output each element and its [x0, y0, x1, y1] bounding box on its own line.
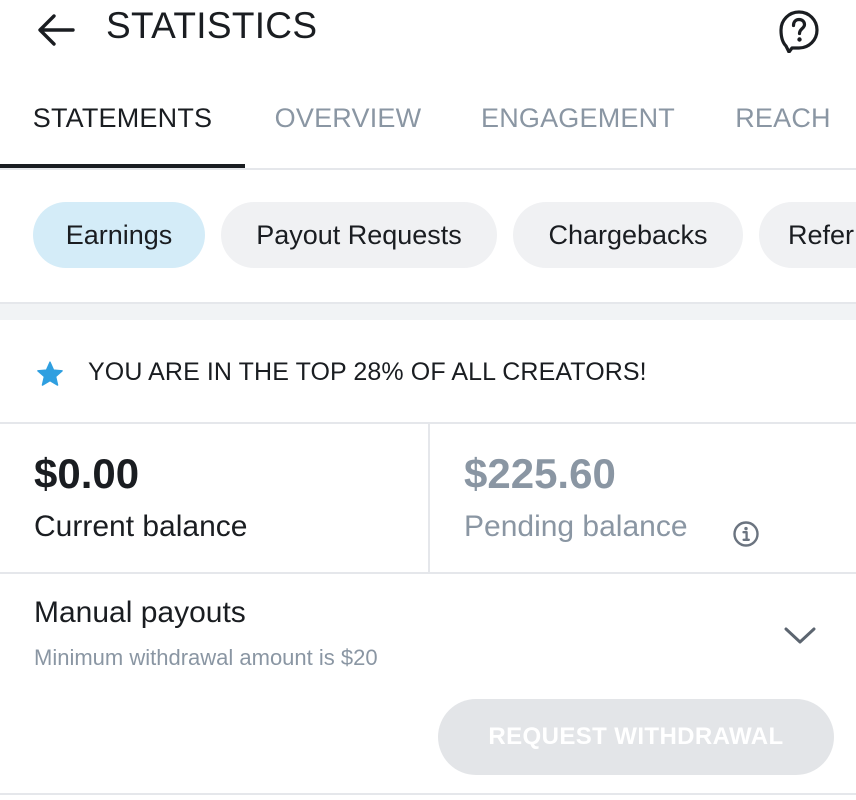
arrow-left-icon — [38, 14, 75, 46]
divider — [428, 424, 430, 572]
tab-reach[interactable]: REACH — [722, 84, 844, 168]
rank-text: YOU ARE IN THE TOP 28% OF ALL CREATORS! — [88, 358, 647, 386]
star-icon — [37, 361, 63, 386]
chip-chargebacks[interactable]: Chargebacks — [513, 202, 743, 268]
current-balance-label: Current balance — [34, 510, 248, 543]
tab-bar: STATEMENTS OVERVIEW ENGAGEMENT REACH — [0, 84, 856, 170]
section-gap — [0, 304, 856, 320]
expand-payouts-button[interactable] — [778, 614, 822, 658]
help-icon — [779, 10, 819, 53]
creator-rank-banner: YOU ARE IN THE TOP 28% OF ALL CREATORS! — [0, 320, 856, 424]
minimum-withdrawal-note: Minimum withdrawal amount is $20 — [34, 645, 378, 670]
manual-payouts-title[interactable]: Manual payouts — [34, 596, 246, 630]
chip-earnings[interactable]: Earnings — [33, 202, 205, 268]
chevron-down-icon — [784, 627, 816, 644]
tab-engagement[interactable]: ENGAGEMENT — [464, 84, 692, 168]
chip-referrals[interactable]: Refer — [759, 202, 856, 268]
page-title: STATISTICS — [106, 5, 318, 46]
tab-statements[interactable]: STATEMENTS — [0, 84, 245, 168]
pending-balance-amount: $225.60 — [464, 450, 616, 497]
app-header: STATISTICS — [0, 0, 856, 60]
back-button[interactable] — [34, 8, 78, 52]
help-button[interactable] — [776, 8, 822, 54]
tab-overview[interactable]: OVERVIEW — [258, 84, 438, 168]
info-icon[interactable] — [732, 520, 760, 548]
current-balance-amount: $0.00 — [34, 450, 140, 497]
divider — [0, 793, 856, 795]
active-tab-indicator — [0, 164, 245, 168]
request-withdrawal-button[interactable]: REQUEST WITHDRAWAL — [438, 699, 834, 775]
filter-chips: Earnings Payout Requests Chargebacks Ref… — [0, 170, 856, 302]
pending-balance-label: Pending balance — [464, 510, 688, 543]
balances-panel: $0.00 Current balance $225.60 Pending ba… — [0, 424, 856, 574]
chip-payout-requests[interactable]: Payout Requests — [221, 202, 497, 268]
